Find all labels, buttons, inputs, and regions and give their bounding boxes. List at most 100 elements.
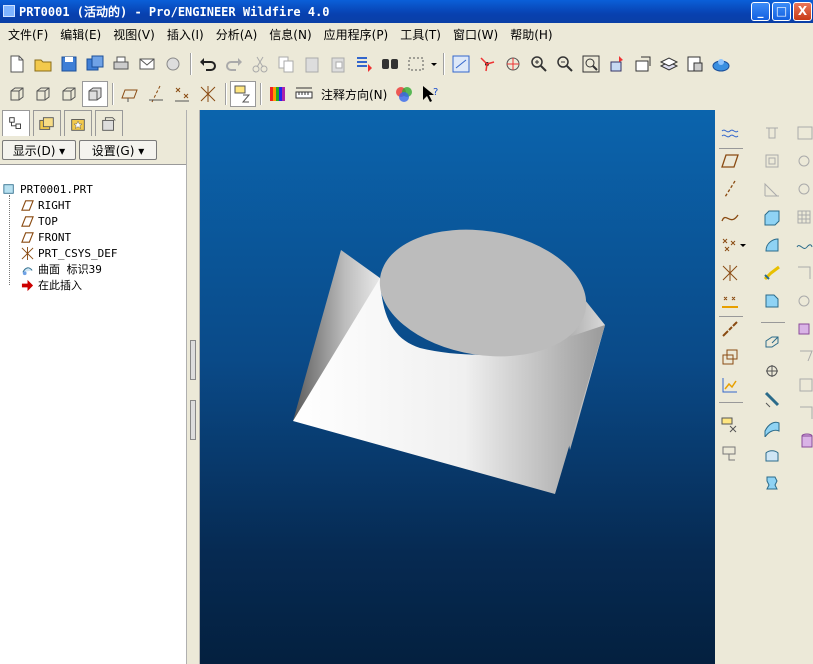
connections-tab-icon[interactable] — [95, 110, 123, 136]
chevron-down-icon[interactable] — [429, 51, 439, 77]
chamfer-tool-icon[interactable] — [759, 358, 785, 384]
color-bar-icon[interactable] — [265, 81, 291, 107]
boundary-blend-icon[interactable] — [759, 414, 785, 440]
save-icon[interactable] — [56, 51, 82, 77]
menu-view[interactable]: 视图(V) — [107, 26, 161, 43]
cosmetic-thread-icon[interactable] — [791, 428, 813, 454]
edit-tool-icon[interactable] — [791, 120, 813, 146]
model-tree-tab-icon[interactable] — [2, 110, 30, 136]
csys-tool-icon[interactable] — [717, 260, 743, 286]
folder-browser-tab-icon[interactable] — [33, 110, 61, 136]
regenerate-icon[interactable] — [351, 51, 377, 77]
tree-item-csys[interactable]: PRT_CSYS_DEF — [20, 245, 117, 261]
open-folder-icon[interactable] — [30, 51, 56, 77]
menu-window[interactable]: 窗口(W) — [447, 26, 504, 43]
reorient-icon[interactable] — [604, 51, 630, 77]
splitter-grip[interactable] — [190, 340, 196, 380]
extrude-tool-icon[interactable] — [759, 204, 785, 230]
tree-item-front[interactable]: FRONT — [20, 229, 71, 245]
menu-tools[interactable]: 工具(T) — [394, 26, 447, 43]
menu-analysis[interactable]: 分析(A) — [210, 26, 264, 43]
zoom-in-icon[interactable] — [526, 51, 552, 77]
settings-dropdown[interactable]: 设置(G) ▾ — [79, 140, 157, 160]
rib-tool-icon[interactable] — [759, 176, 785, 202]
shading-icon[interactable] — [82, 81, 108, 107]
panel-splitter[interactable] — [186, 110, 200, 664]
menu-info[interactable]: 信息(N) — [263, 26, 317, 43]
view-manager-icon[interactable] — [682, 51, 708, 77]
color-wheel-icon[interactable] — [391, 81, 417, 107]
annotation-tool-icon[interactable] — [717, 412, 743, 438]
layer-plane-icon[interactable] — [717, 344, 743, 370]
spin-center-icon[interactable] — [474, 51, 500, 77]
layers-icon[interactable] — [656, 51, 682, 77]
offset-tool-icon[interactable] — [791, 288, 813, 314]
menu-help[interactable]: 帮助(H) — [504, 26, 558, 43]
tree-item-top[interactable]: TOP — [20, 213, 58, 229]
thicken-tool-icon[interactable] — [791, 316, 813, 342]
copy-icon[interactable] — [273, 51, 299, 77]
draft-tool-icon[interactable] — [759, 386, 785, 412]
save-copy-icon[interactable] — [82, 51, 108, 77]
csys-display-icon[interactable] — [195, 81, 221, 107]
tree-root[interactable]: PRT0001.PRT — [2, 181, 93, 197]
find-icon[interactable] — [377, 51, 403, 77]
extend-tool-icon[interactable] — [791, 260, 813, 286]
refit-icon[interactable] — [578, 51, 604, 77]
saved-views-icon[interactable] — [630, 51, 656, 77]
mirror-tool-icon[interactable] — [791, 148, 813, 174]
trim-tool-icon[interactable] — [791, 232, 813, 258]
orient-mode-icon[interactable] — [500, 51, 526, 77]
context-help-icon[interactable]: ? — [417, 81, 443, 107]
splitter-grip[interactable] — [190, 400, 196, 440]
menu-file[interactable]: 文件(F) — [2, 26, 54, 43]
datum-curve-tool-icon[interactable] — [717, 204, 743, 230]
shell-tool-icon[interactable] — [759, 148, 785, 174]
no-hidden-icon[interactable] — [56, 81, 82, 107]
menu-edit[interactable]: 编辑(E) — [54, 26, 107, 43]
symbol-tool-icon[interactable] — [717, 440, 743, 466]
paste-icon[interactable] — [299, 51, 325, 77]
project-tool-icon[interactable] — [791, 400, 813, 426]
selection-box-icon[interactable] — [403, 51, 429, 77]
send-link-icon[interactable] — [160, 51, 186, 77]
tree-item-right[interactable]: RIGHT — [20, 197, 71, 213]
menu-insert[interactable]: 插入(I) — [161, 26, 210, 43]
style-tool-icon[interactable] — [759, 442, 785, 468]
datum-plane-display-icon[interactable] — [117, 81, 143, 107]
warp-tool-icon[interactable] — [759, 470, 785, 496]
graphics-window[interactable] — [200, 110, 715, 664]
minimize-button[interactable]: _ — [751, 2, 770, 21]
send-mail-icon[interactable] — [134, 51, 160, 77]
reference-tool-icon[interactable] — [717, 316, 743, 342]
paste-special-icon[interactable] — [325, 51, 351, 77]
analysis-feature-icon[interactable] — [717, 288, 743, 314]
redraw-icon[interactable] — [448, 51, 474, 77]
blend-tool-icon[interactable] — [759, 288, 785, 314]
intersect-tool-icon[interactable] — [791, 372, 813, 398]
sketch-tool-icon[interactable] — [717, 120, 743, 146]
hole-tool-icon[interactable] — [759, 120, 785, 146]
part-model[interactable] — [200, 110, 715, 664]
chevron-down-icon[interactable] — [737, 232, 749, 258]
close-button[interactable]: X — [793, 2, 812, 21]
datum-axis-display-icon[interactable] — [143, 81, 169, 107]
revolve-tool-icon[interactable] — [759, 232, 785, 258]
hidden-line-icon[interactable] — [30, 81, 56, 107]
maximize-button[interactable]: □ — [772, 2, 791, 21]
display-dropdown[interactable]: 显示(D) ▾ — [2, 140, 76, 160]
solidify-tool-icon[interactable] — [791, 344, 813, 370]
redo-icon[interactable] — [221, 51, 247, 77]
tree-item-insert-here[interactable]: 在此插入 — [20, 277, 82, 293]
menu-applications[interactable]: 应用程序(P) — [318, 26, 395, 43]
favorites-tab-icon[interactable] — [64, 110, 92, 136]
merge-tool-icon[interactable] — [791, 176, 813, 202]
undo-icon[interactable] — [195, 51, 221, 77]
print-icon[interactable] — [108, 51, 134, 77]
datum-plane-tool-icon[interactable] — [717, 148, 743, 174]
sweep-tool-icon[interactable] — [759, 260, 785, 286]
zoom-out-icon[interactable] — [552, 51, 578, 77]
graph-tool-icon[interactable] — [717, 372, 743, 398]
annotation-orientation-button[interactable]: 注释方向(N) — [317, 86, 391, 103]
round-tool-icon[interactable] — [759, 330, 785, 356]
